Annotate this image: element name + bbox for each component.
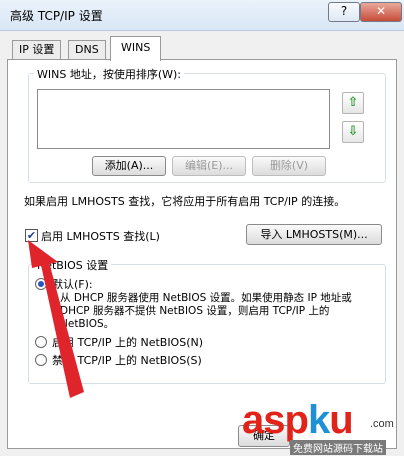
add-button[interactable]: 添加(A)... [92, 156, 166, 176]
edit-button[interactable]: 编辑(E)... [172, 156, 246, 176]
watermark-u: u [329, 398, 353, 442]
tab-wins[interactable]: WINS [110, 36, 162, 61]
tab-ip-settings[interactable]: IP 设置 [12, 40, 62, 59]
down-arrow-icon: ⇩ [347, 124, 359, 139]
help-icon: ? [340, 4, 348, 18]
title-bar: 高级 TCP/IP 设置 ? ✕ [0, 0, 404, 31]
window-title: 高级 TCP/IP 设置 [10, 9, 103, 23]
netbios-enable-label[interactable]: 启用 TCP/IP 上的 NetBIOS(N) [52, 334, 203, 350]
watermark-dotcom: .com [370, 418, 394, 430]
delete-button[interactable]: 删除(V) [252, 156, 326, 176]
wins-address-list[interactable] [37, 89, 330, 149]
move-up-button[interactable]: ⇧ [342, 92, 364, 114]
advanced-tcpip-dialog: 高级 TCP/IP 设置 ? ✕ IP 设置 DNS WINS WINS 地址，… [0, 0, 404, 456]
watermark-asp: asp [242, 398, 309, 442]
lmhosts-note: 如果启用 LMHOSTS 查找，它将应用于所有启用 TCP/IP 的连接。 [24, 195, 346, 208]
netbios-default-description: 从 DHCP 服务器使用 NetBIOS 设置。如果使用静态 IP 地址或 DH… [60, 292, 352, 330]
wins-address-label: WINS 地址，按使用排序(W): [34, 66, 184, 82]
watermark-subtitle: 免费网站源码下载站 [290, 440, 386, 455]
radio-netbios-enable[interactable] [35, 336, 47, 348]
checkmark-icon: ✔ [26, 229, 37, 242]
site-watermark: aspku .com 免费网站源码下载站 [236, 398, 404, 456]
lmhosts-checkbox-label[interactable]: 启用 LMHOSTS 查找(L) [41, 228, 160, 244]
netbios-disable-label[interactable]: 禁用 TCP/IP 上的 NetBIOS(S) [52, 352, 202, 368]
help-button[interactable]: ? [328, 2, 360, 22]
import-lmhosts-button[interactable]: 导入 LMHOSTS(M)... [246, 224, 382, 245]
close-button[interactable]: ✕ [360, 2, 402, 22]
close-icon: ✕ [375, 4, 387, 18]
up-arrow-icon: ⇧ [347, 95, 359, 110]
watermark-logo: aspku [242, 398, 354, 443]
move-down-button[interactable]: ⇩ [342, 121, 364, 143]
radio-selected-dot [38, 281, 44, 287]
lmhosts-checkbox[interactable]: ✔ [25, 229, 38, 242]
radio-netbios-disable[interactable] [35, 354, 47, 366]
radio-netbios-default[interactable] [35, 278, 47, 290]
netbios-default-label[interactable]: 默认(F): [52, 276, 93, 292]
netbios-settings-label: NetBIOS 设置 [34, 257, 112, 273]
watermark-k: k [307, 398, 330, 442]
tab-dns[interactable]: DNS [68, 40, 106, 59]
